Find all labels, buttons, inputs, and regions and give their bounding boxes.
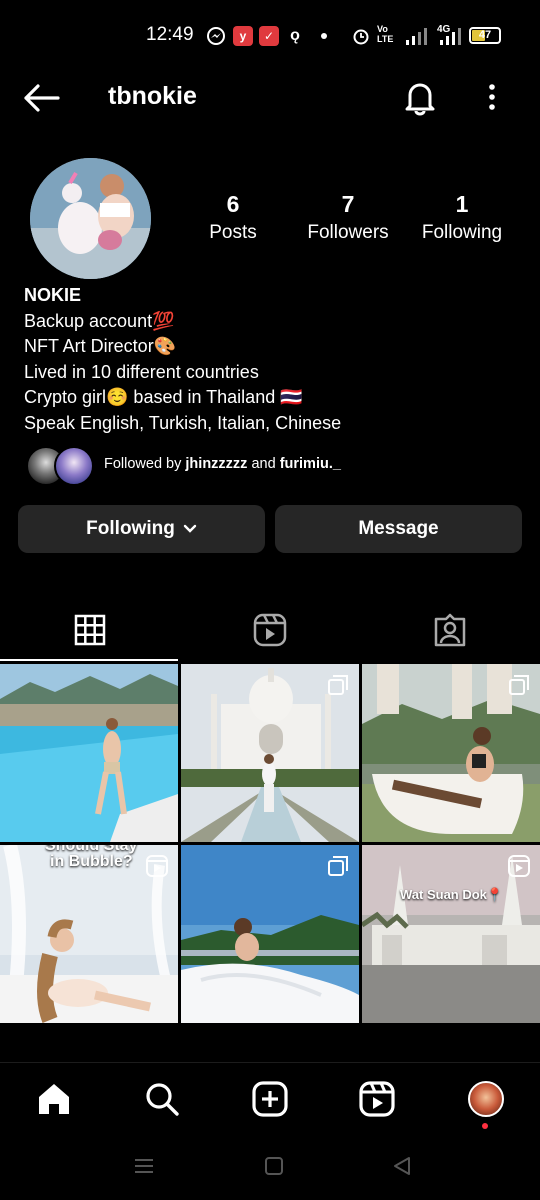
- carousel-icon: [509, 675, 529, 695]
- back-system-button[interactable]: [392, 1156, 412, 1176]
- carousel-icon: [328, 675, 348, 695]
- following-value: 1: [455, 191, 469, 217]
- following-button[interactable]: Following: [18, 505, 265, 553]
- bio-line: NFT Art Director🎨: [24, 336, 177, 356]
- profile-avatar-small: [468, 1081, 504, 1117]
- following-count[interactable]: 1 Following: [402, 190, 522, 246]
- bell-icon: [405, 83, 435, 116]
- reels-icon: [359, 1081, 395, 1117]
- profile-bio: NOKIE Backup account💯 NFT Art Director🎨 …: [24, 283, 524, 436]
- nav-create[interactable]: [250, 1079, 290, 1119]
- dot-icon: [321, 33, 327, 39]
- square-icon: [265, 1157, 283, 1175]
- bio-line: Speak English, Turkish, Italian, Chinese: [24, 412, 342, 433]
- posts-value: 6: [226, 191, 240, 217]
- followed-joiner: and: [251, 456, 276, 472]
- app-icon: ✓: [259, 26, 279, 46]
- followed-user-1[interactable]: jhinzzzzz: [185, 456, 247, 472]
- reel-icon: [508, 855, 530, 877]
- nav-home[interactable]: [34, 1079, 74, 1119]
- signal-icon-1: [404, 26, 428, 46]
- reel-caption: in Bubble?: [50, 853, 133, 870]
- q-icon: ǫ: [290, 27, 300, 44]
- followed-by[interactable]: Followed by jhinzzzzz and furimiu._: [24, 446, 524, 486]
- volte-icon: Vo LTE: [377, 24, 394, 44]
- followers-count[interactable]: 7 Followers: [288, 190, 408, 246]
- reel-caption: Wat Suan Dok📍: [400, 887, 504, 902]
- tagged-icon: [434, 613, 466, 647]
- system-nav-bar: [0, 1140, 540, 1200]
- nav-profile[interactable]: [466, 1079, 506, 1119]
- add-post-icon: [252, 1081, 288, 1117]
- tab-reels[interactable]: [180, 600, 360, 660]
- posts-label: Posts: [209, 222, 257, 243]
- active-tab-indicator: [0, 659, 178, 661]
- grid-post[interactable]: Should Stay in Bubble?: [0, 845, 178, 1023]
- followed-prefix: Followed by: [104, 456, 182, 472]
- posts-count[interactable]: 6 Posts: [173, 190, 293, 246]
- chevron-down-icon: [183, 524, 197, 533]
- battery-level: 47: [478, 29, 492, 41]
- notification-dot: [482, 1123, 488, 1129]
- status-time: 12:49: [146, 24, 194, 45]
- followers-value: 7: [341, 191, 355, 217]
- reel-icon: [146, 855, 168, 877]
- nav-search[interactable]: [142, 1079, 182, 1119]
- bio-line: Crypto girl☺️ based in Thailand 🇹🇭: [24, 387, 303, 407]
- nav-reels[interactable]: [357, 1079, 397, 1119]
- tab-tagged[interactable]: [360, 600, 540, 660]
- message-button-label: Message: [358, 518, 439, 539]
- following-button-label: Following: [86, 518, 175, 539]
- bio-line: Lived in 10 different countries: [24, 361, 259, 382]
- profile-username: tbnokie: [108, 82, 197, 110]
- search-icon: [146, 1083, 179, 1116]
- reels-icon: [253, 613, 287, 647]
- grid-post[interactable]: [181, 845, 359, 1023]
- message-button[interactable]: Message: [275, 505, 522, 553]
- alarm-icon: [351, 26, 371, 46]
- grid-icon: [74, 614, 106, 646]
- followed-user-2[interactable]: furimiu._: [280, 456, 341, 472]
- followers-label: Followers: [307, 222, 389, 243]
- bottom-nav: [0, 1062, 540, 1141]
- bio-line: Backup account💯: [24, 310, 175, 331]
- battery-icon: 47: [469, 27, 501, 44]
- recents-button[interactable]: [134, 1156, 154, 1176]
- home-icon: [39, 1084, 69, 1114]
- followed-by-text: Followed by jhinzzzzz and furimiu._: [104, 456, 341, 472]
- profile-avatar[interactable]: [30, 158, 151, 279]
- grid-post[interactable]: Wat Suan Dok📍: [362, 845, 540, 1023]
- following-label: Following: [421, 222, 503, 243]
- menu-icon: [135, 1159, 153, 1173]
- back-arrow-icon: [24, 84, 60, 112]
- signal-icon-2: [438, 26, 462, 46]
- back-triangle-icon: [394, 1157, 410, 1175]
- follower-avatar-2: [54, 446, 94, 486]
- yahoo-icon: y: [233, 26, 253, 46]
- back-button[interactable]: [22, 80, 62, 116]
- carousel-icon: [328, 856, 348, 876]
- display-name: NOKIE: [24, 285, 82, 305]
- grid-post[interactable]: [0, 664, 178, 842]
- messenger-icon: [206, 26, 226, 46]
- notifications-button[interactable]: [402, 78, 438, 116]
- grid-post[interactable]: [181, 664, 359, 842]
- status-bar: 12:49 y ✓ ǫ Vo LTE 4G 47: [0, 0, 540, 70]
- grid-post[interactable]: [362, 664, 540, 842]
- home-system-button[interactable]: [264, 1156, 284, 1176]
- more-options-button[interactable]: [480, 82, 504, 112]
- tab-posts-grid[interactable]: [0, 600, 180, 660]
- more-vertical-icon: [489, 84, 495, 110]
